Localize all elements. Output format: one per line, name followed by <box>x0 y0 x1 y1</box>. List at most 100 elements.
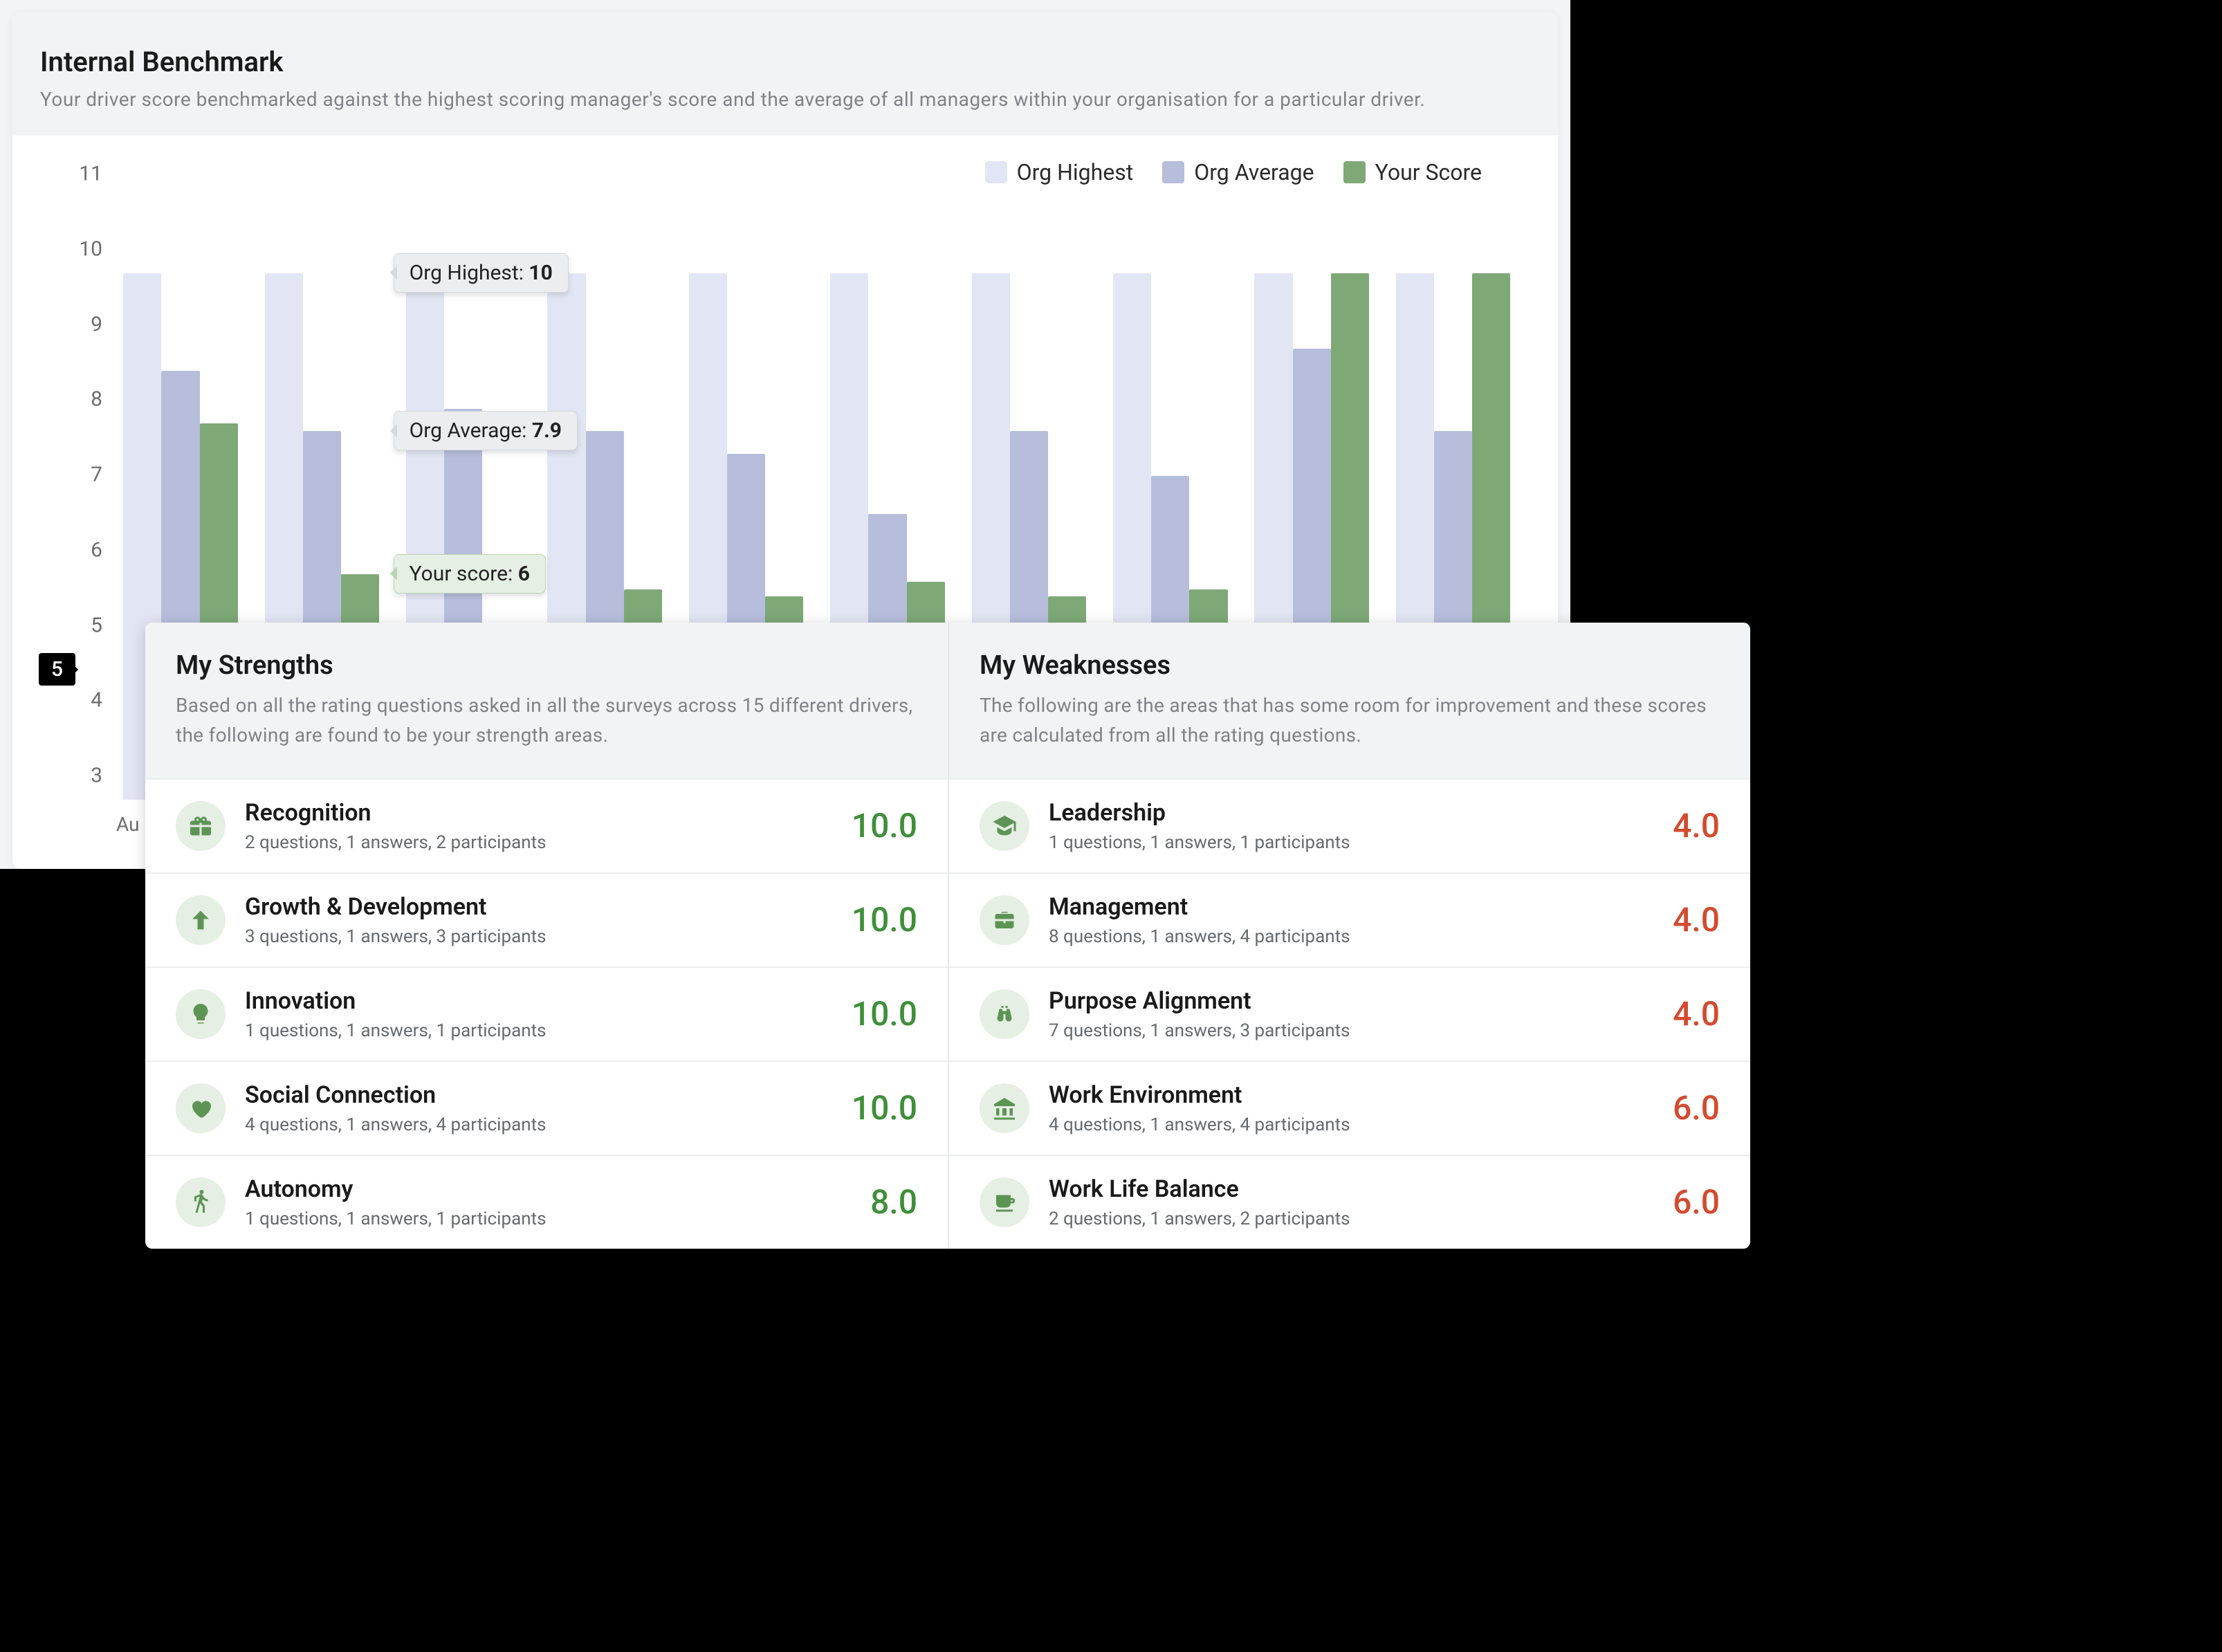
strengths-column: My Strengths Based on all the rating que… <box>145 623 948 1249</box>
list-item[interactable]: Purpose Alignment 7 questions, 1 answers,… <box>949 966 1750 1061</box>
item-meta: 1 questions, 1 answers, 1 participants <box>245 1020 832 1041</box>
list-item[interactable]: Growth & Development3 questions, 1 answe… <box>145 872 948 966</box>
y-tick: 5 <box>40 613 102 637</box>
legend-label: Org Average <box>1194 159 1314 185</box>
item-score: 4.0 <box>1673 900 1720 939</box>
legend-item-org-highest: Org Highest <box>985 159 1134 185</box>
legend-swatch-avg <box>1162 161 1184 183</box>
legend-item-org-average: Org Average <box>1162 159 1314 185</box>
item-text: Leadership 1 questions, 1 answers, 1 part… <box>1049 799 1653 853</box>
list-item[interactable]: Work Environment 4 questions, 1 answers, … <box>949 1061 1750 1155</box>
arrow-up-icon <box>176 895 226 945</box>
bank-icon <box>980 1083 1029 1133</box>
legend-label: Your Score <box>1375 159 1482 185</box>
item-text: Growth & Development3 questions, 1 answe… <box>245 893 832 947</box>
coffee-icon <box>980 1177 1029 1227</box>
benchmark-subtitle: Your driver score benchmarked against th… <box>40 88 1530 111</box>
item-text: Management 8 questions, 1 answers, 4 part… <box>1049 893 1653 947</box>
item-text: Autonomy 1 questions, 1 answers, 1 partic… <box>245 1175 851 1229</box>
item-meta: 4 questions, 1 answers, 4 participants <box>245 1114 832 1135</box>
y-tick: 11 <box>40 162 102 186</box>
item-score: 10.0 <box>852 806 917 845</box>
y-tick: 4 <box>40 688 102 713</box>
list-item[interactable]: Social Connection 4 questions, 1 answers,… <box>145 1061 948 1155</box>
strengths-list: Recognition 2 questions, 1 answers, 2 par… <box>145 778 948 1249</box>
tooltip-label: Org Average: <box>410 419 532 443</box>
strengths-subtitle: Based on all the rating questions asked … <box>176 690 917 751</box>
item-text: Purpose Alignment 7 questions, 1 answers,… <box>1049 987 1653 1041</box>
y-tick: 9 <box>40 312 102 336</box>
legend-swatch-you <box>1343 161 1366 183</box>
tooltip-value: 6 <box>518 562 530 586</box>
item-meta: 1 questions, 1 answers, 1 participants <box>1049 832 1653 853</box>
item-meta: 7 questions, 1 answers, 3 participants <box>1049 1020 1653 1041</box>
item-score: 6.0 <box>1673 1182 1720 1222</box>
y-tick: 7 <box>40 463 102 487</box>
item-meta: 1 questions, 1 answers, 1 participants <box>245 1209 851 1229</box>
item-text: Social Connection 4 questions, 1 answers,… <box>245 1081 832 1135</box>
item-text: Recognition 2 questions, 1 answers, 2 par… <box>245 799 832 853</box>
tooltip-label: Your score: <box>410 562 518 586</box>
item-meta: 2 questions, 1 answers, 2 participants <box>245 832 832 853</box>
item-score: 6.0 <box>1673 1088 1720 1128</box>
weaknesses-title: My Weaknesses <box>980 650 1720 681</box>
item-text: Work Environment 4 questions, 1 answers, … <box>1049 1081 1653 1135</box>
list-item[interactable]: Work Life Balance2 questions, 1 answers,… <box>949 1155 1750 1249</box>
chart-tooltip: Your score: 6 <box>394 554 546 594</box>
item-name: Recognition <box>245 799 832 827</box>
item-name: Purpose Alignment <box>1049 987 1653 1015</box>
strengths-weaknesses-panel: My Strengths Based on all the rating que… <box>145 623 1750 1249</box>
benchmark-title: Internal Benchmark <box>40 46 1530 78</box>
axis-flag-marker: 5 <box>39 653 75 686</box>
chart-legend: Org Highest Org Average Your Score <box>33 156 1537 192</box>
gift-icon <box>176 801 226 851</box>
legend-swatch-high <box>985 161 1007 183</box>
item-name: Growth & Development <box>245 893 832 921</box>
y-tick: 10 <box>40 237 102 261</box>
item-name: Management <box>1049 893 1653 921</box>
benchmark-header: Internal Benchmark Your driver score ben… <box>12 12 1558 136</box>
walk-icon <box>176 1177 226 1227</box>
list-item[interactable]: Management 8 questions, 1 answers, 4 part… <box>949 872 1750 966</box>
item-score: 10.0 <box>852 1088 917 1128</box>
item-text: Innovation 1 questions, 1 answers, 1 part… <box>245 987 832 1041</box>
y-tick: 8 <box>40 387 102 412</box>
strengths-header: My Strengths Based on all the rating que… <box>145 623 948 778</box>
weaknesses-column: My Weaknesses The following are the area… <box>948 623 1750 1249</box>
list-item[interactable]: Autonomy 1 questions, 1 answers, 1 partic… <box>145 1155 948 1249</box>
tooltip-value: 10 <box>529 261 552 285</box>
heart-icon <box>176 1083 226 1133</box>
item-score: 10.0 <box>852 994 917 1034</box>
item-meta: 8 questions, 1 answers, 4 participants <box>1049 926 1653 947</box>
binoculars-icon <box>980 989 1029 1039</box>
y-tick: 3 <box>40 764 102 788</box>
item-meta: 4 questions, 1 answers, 4 participants <box>1049 1114 1653 1135</box>
bulb-icon <box>176 989 226 1039</box>
weaknesses-subtitle: The following are the areas that has som… <box>980 690 1720 751</box>
item-score: 8.0 <box>870 1182 917 1222</box>
item-name: Leadership <box>1049 799 1653 827</box>
item-name: Innovation <box>245 987 832 1015</box>
item-text: Work Life Balance2 questions, 1 answers,… <box>1049 1175 1653 1229</box>
item-name: Autonomy <box>245 1175 851 1203</box>
item-name: Work Environment <box>1049 1081 1653 1109</box>
list-item[interactable]: Recognition 2 questions, 1 answers, 2 par… <box>145 778 948 872</box>
chart-x-start-label: Au <box>116 813 140 836</box>
list-item[interactable]: Innovation 1 questions, 1 answers, 1 part… <box>145 966 948 1061</box>
legend-item-your-score: Your Score <box>1343 159 1482 185</box>
weaknesses-header: My Weaknesses The following are the area… <box>949 623 1750 778</box>
tooltip-label: Org Highest: <box>410 261 529 285</box>
strengths-title: My Strengths <box>176 650 917 681</box>
y-tick: 6 <box>40 538 102 562</box>
item-name: Work Life Balance <box>1049 1175 1653 1203</box>
legend-label: Org Highest <box>1017 159 1134 185</box>
gradcap-icon <box>980 801 1029 851</box>
list-item[interactable]: Leadership 1 questions, 1 answers, 1 part… <box>949 778 1750 872</box>
chart-tooltip: Org Average: 7.9 <box>394 411 578 450</box>
chart-y-axis: 34567891011 <box>40 198 102 800</box>
chart-tooltip: Org Highest: 10 <box>394 253 569 293</box>
item-name: Social Connection <box>245 1081 832 1109</box>
tooltip-value: 7.9 <box>532 419 562 443</box>
weaknesses-list: Leadership 1 questions, 1 answers, 1 part… <box>949 778 1750 1249</box>
briefcase-icon <box>980 895 1029 945</box>
